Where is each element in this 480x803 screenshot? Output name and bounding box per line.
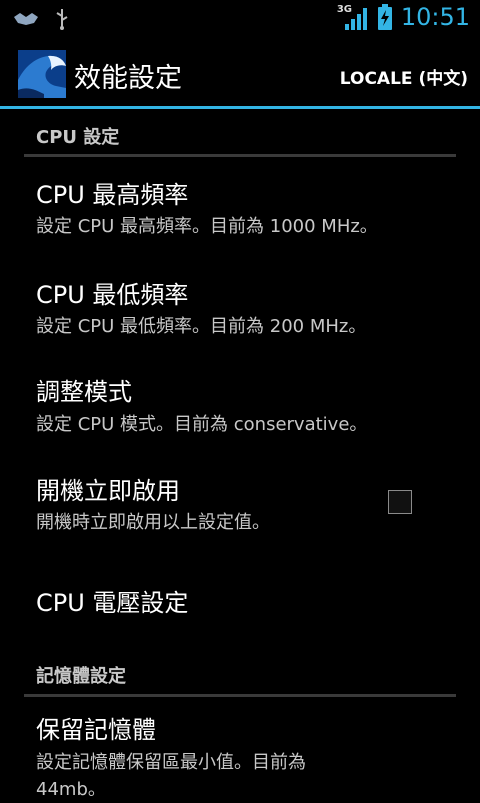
pref-summary: 設定 CPU 最高頻率。目前為 1000 MHz。: [36, 216, 378, 237]
notification-icons: [12, 8, 70, 30]
locale-button[interactable]: LOCALE (中文): [340, 64, 468, 89]
category-header-cpu: CPU 設定: [36, 127, 120, 148]
status-bar: 3G 10:51: [0, 0, 480, 38]
pref-summary: 設定記憶體保留區最小值。目前為 44mb。: [36, 752, 306, 800]
app-logo-wave-icon[interactable]: [18, 50, 66, 98]
category-divider: [24, 694, 456, 697]
app-title: 效能設定: [74, 63, 182, 94]
pref-title: 開機立即啟用: [36, 477, 180, 505]
category-header-memory: 記憶體設定: [36, 666, 126, 687]
signal-indicator: 3G: [337, 2, 369, 32]
pref-title: CPU 最低頻率: [36, 281, 189, 309]
action-bar: 效能設定 LOCALE (中文): [0, 38, 480, 108]
category-divider: [24, 154, 456, 157]
pref-title: 調整模式: [36, 378, 132, 406]
pref-title: 保留記憶體: [36, 716, 156, 744]
pref-summary: 設定 CPU 模式。目前為 conservative。: [36, 414, 368, 435]
pref-summary: 設定 CPU 最低頻率。目前為 200 MHz。: [36, 316, 367, 337]
system-icons: 3G 10:51: [337, 2, 470, 32]
battery-charging-icon: [377, 4, 392, 30]
handshake-icon: [14, 13, 38, 25]
clock: 10:51: [400, 3, 470, 31]
pref-summary: 開機時立即啟用以上設定值。: [36, 512, 270, 533]
apply-on-boot-checkbox[interactable]: [388, 490, 412, 514]
usb-icon: [56, 9, 68, 30]
signal-strength-icon: [344, 8, 367, 30]
pref-title: CPU 電壓設定: [36, 589, 189, 617]
pref-title: CPU 最高頻率: [36, 181, 189, 209]
preferences-list: CPU 設定 CPU 最高頻率 設定 CPU 最高頻率。目前為 1000 MHz…: [0, 109, 480, 800]
